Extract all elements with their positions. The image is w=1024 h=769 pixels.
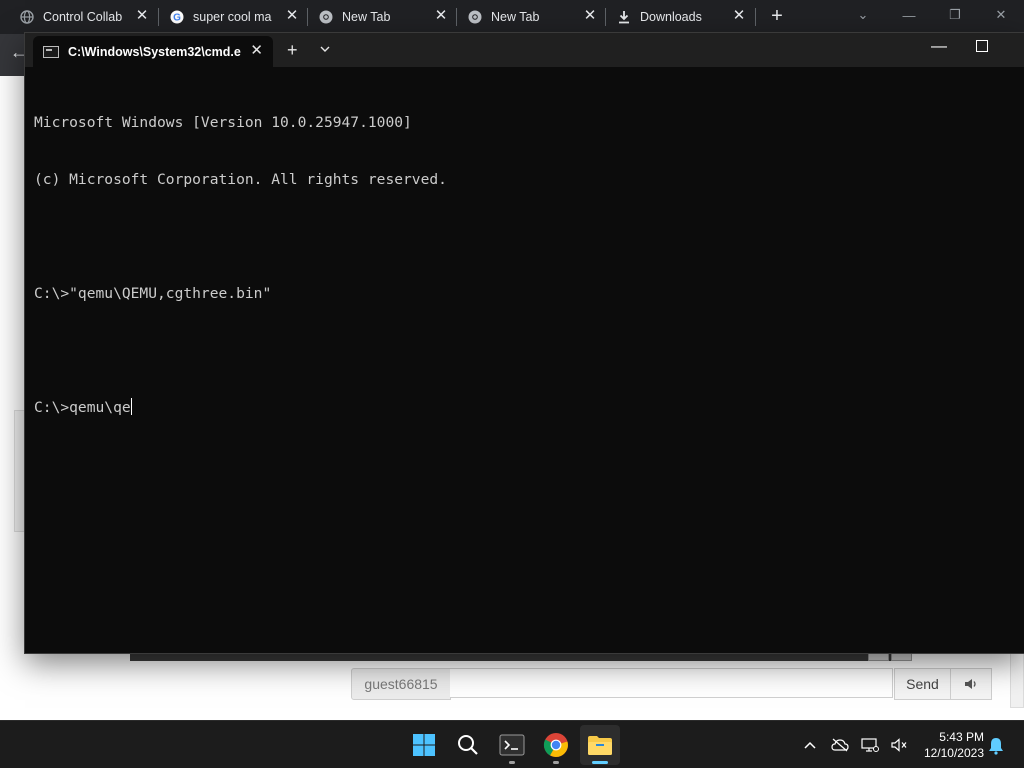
scrollbar[interactable] bbox=[1010, 650, 1024, 708]
folder-icon bbox=[588, 736, 612, 755]
maximize-icon[interactable] bbox=[976, 40, 988, 52]
chevron-down-icon[interactable] bbox=[319, 42, 331, 54]
taskbar-terminal[interactable] bbox=[492, 725, 532, 765]
new-tab-button[interactable]: + bbox=[766, 5, 788, 27]
tab-search-icon[interactable]: ⌄ bbox=[840, 0, 886, 30]
chrome-tab-title: Control Collab bbox=[43, 9, 123, 24]
close-icon[interactable]: ✕ bbox=[134, 8, 150, 24]
terminal-tab-title: C:\Windows\System32\cmd.e bbox=[68, 44, 241, 59]
tab-divider bbox=[755, 8, 756, 26]
globe-icon bbox=[20, 9, 34, 24]
terminal-icon bbox=[499, 734, 525, 756]
close-icon[interactable]: ✕ bbox=[250, 43, 263, 59]
minimize-icon[interactable]: — bbox=[929, 35, 949, 63]
taskbar-chrome[interactable] bbox=[536, 725, 576, 765]
chat-input[interactable] bbox=[450, 668, 893, 698]
taskbar: 5:43 PM 12/10/2023 bbox=[0, 720, 1024, 768]
chrome-tab-super-cool[interactable]: G super cool ma ✕ bbox=[150, 0, 308, 33]
network-icon[interactable] bbox=[855, 721, 885, 769]
chrome-tab-downloads[interactable]: Downloads ✕ bbox=[597, 0, 755, 33]
button[interactable] bbox=[868, 652, 889, 661]
chrome-icon bbox=[319, 10, 333, 24]
text-cursor bbox=[130, 398, 132, 415]
close-icon[interactable]: ✕ bbox=[433, 8, 449, 24]
onedrive-offline-icon[interactable] bbox=[825, 721, 855, 769]
speaker-icon[interactable] bbox=[951, 668, 992, 700]
speaker-muted-icon[interactable] bbox=[885, 721, 915, 769]
system-tray bbox=[795, 721, 915, 769]
send-button[interactable]: Send bbox=[894, 668, 951, 700]
terminal-window: C:\Windows\System32\cmd.e ✕ + — Microsof… bbox=[25, 33, 1024, 653]
svg-text:G: G bbox=[173, 12, 181, 23]
close-icon[interactable]: ✕ bbox=[731, 8, 747, 24]
new-tab-button[interactable]: + bbox=[287, 40, 298, 60]
chrome-icon bbox=[468, 10, 482, 24]
console-line: C:\>"qemu\QEMU,cgthree.bin" bbox=[34, 285, 272, 302]
restore-icon[interactable]: ❐ bbox=[932, 0, 978, 30]
terminal-titlebar[interactable]: C:\Windows\System32\cmd.e ✕ + — bbox=[25, 33, 1024, 67]
chrome-tab-title: New Tab bbox=[342, 9, 391, 24]
chat-bar: guest66815 Send bbox=[351, 668, 992, 700]
search-icon bbox=[458, 735, 478, 755]
chrome-window-controls: ⌄ — ❐ ✕ bbox=[840, 0, 1024, 30]
taskbar-file-explorer[interactable] bbox=[580, 725, 620, 765]
active-indicator bbox=[592, 761, 608, 764]
windows-icon bbox=[413, 734, 435, 756]
embedded-window-buttons bbox=[868, 652, 912, 661]
console-line: (c) Microsoft Corporation. All rights re… bbox=[34, 171, 447, 188]
start-button[interactable] bbox=[404, 725, 444, 765]
clock[interactable]: 5:43 PM 12/10/2023 bbox=[912, 729, 984, 761]
running-indicator bbox=[509, 761, 515, 764]
cmd-icon bbox=[43, 45, 59, 58]
notification-bell-icon[interactable] bbox=[985, 735, 1007, 757]
chrome-tab-title: New Tab bbox=[491, 9, 540, 24]
username-label: guest66815 bbox=[351, 668, 451, 700]
console-output[interactable]: Microsoft Windows [Version 10.0.25947.10… bbox=[34, 75, 1014, 645]
close-icon[interactable]: ✕ bbox=[284, 8, 300, 24]
close-icon[interactable]: ✕ bbox=[582, 8, 598, 24]
button[interactable] bbox=[891, 652, 912, 661]
chevron-up-icon[interactable] bbox=[795, 721, 825, 769]
terminal-tab-cmd[interactable]: C:\Windows\System32\cmd.e ✕ bbox=[33, 36, 273, 67]
clock-time: 5:43 PM bbox=[939, 730, 984, 744]
chrome-tab-control-collab[interactable]: Control Collab ✕ bbox=[0, 0, 158, 33]
google-icon: G bbox=[170, 10, 184, 24]
chrome-icon bbox=[543, 733, 568, 757]
console-line: Microsoft Windows [Version 10.0.25947.10… bbox=[34, 114, 412, 131]
chrome-tab-title: super cool ma bbox=[193, 9, 272, 24]
search-button[interactable] bbox=[448, 725, 488, 765]
clock-date: 12/10/2023 bbox=[923, 746, 984, 760]
download-icon bbox=[617, 10, 631, 24]
close-icon[interactable]: ✕ bbox=[978, 0, 1024, 30]
chrome-tab-strip: Control Collab ✕ G super cool ma ✕ New T… bbox=[0, 0, 1024, 34]
chrome-tab-title: Downloads bbox=[640, 9, 702, 24]
running-indicator bbox=[553, 761, 559, 764]
console-input-text: C:\>qemu\qe bbox=[34, 399, 131, 416]
chrome-tab-new-tab-2[interactable]: New Tab ✕ bbox=[448, 0, 606, 33]
chrome-tab-new-tab-1[interactable]: New Tab ✕ bbox=[299, 0, 457, 33]
embedded-vm-window bbox=[130, 652, 912, 661]
console-prompt-line: C:\>qemu\qe bbox=[34, 398, 1014, 417]
minimize-icon[interactable]: — bbox=[886, 0, 932, 30]
